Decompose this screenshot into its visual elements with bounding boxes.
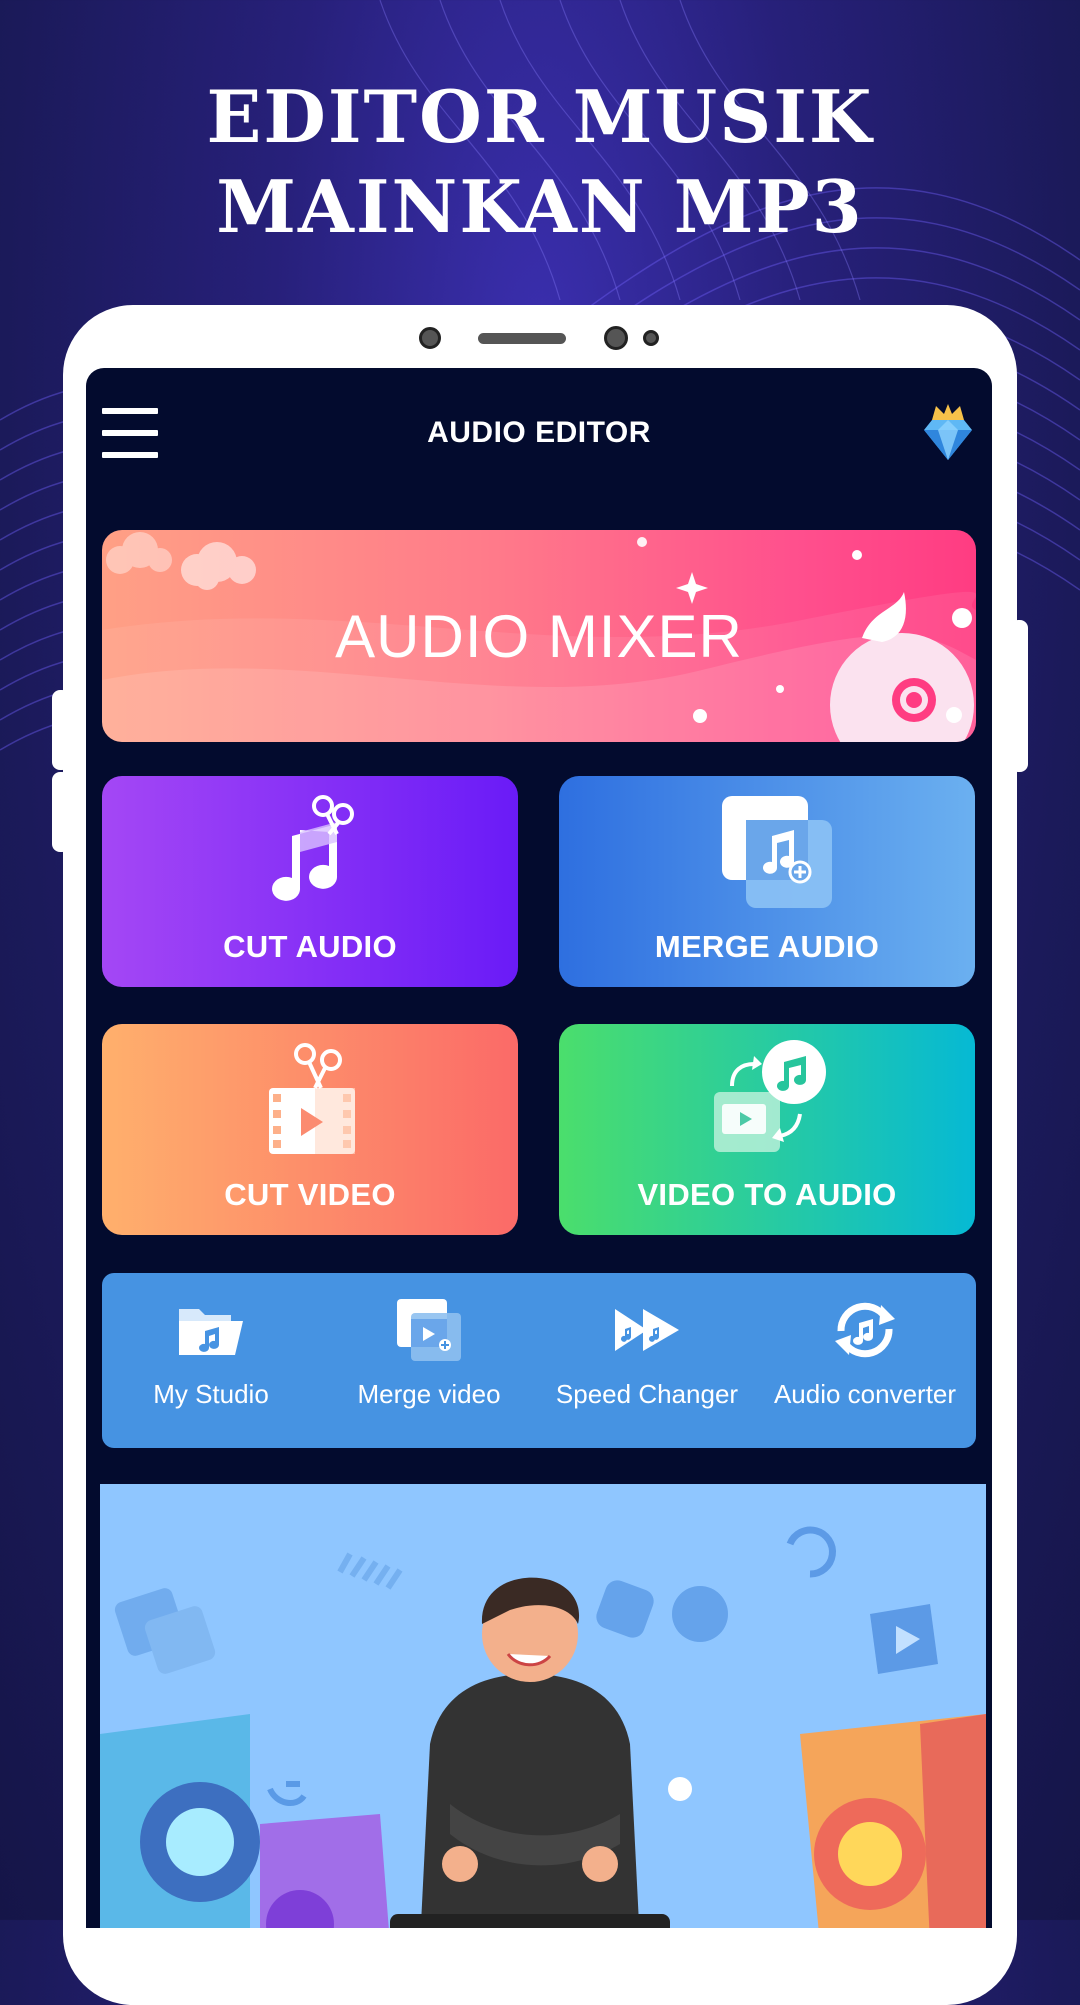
phone-camera <box>419 327 441 349</box>
phone-sensor <box>604 326 628 350</box>
fast-forward-icon <box>615 1309 679 1351</box>
cut-audio-label: CUT AUDIO <box>223 929 397 964</box>
merge-video-button[interactable]: Merge video <box>320 1273 538 1448</box>
audio-converter-button[interactable]: Audio converter <box>756 1273 974 1448</box>
phone-speaker <box>478 333 566 344</box>
app-title: AUDIO EDITOR <box>427 416 651 449</box>
phone-volume-up-button <box>52 690 70 770</box>
audio-converter-label: Audio converter <box>773 1379 957 1409</box>
promo-title-line2: MAINKAN MP3 <box>216 164 864 249</box>
tools-bar: My Studio Merge video Speed Changer Audi… <box>102 1273 976 1448</box>
cut-video-label: CUT VIDEO <box>224 1177 396 1212</box>
phone-power-button <box>1010 620 1028 772</box>
merge-audio-label: MERGE AUDIO <box>654 929 880 964</box>
music-scissors-icon <box>272 795 354 901</box>
speed-changer-label: Speed Changer <box>555 1379 739 1409</box>
phone-volume-down-button <box>52 772 70 852</box>
my-studio-label: My Studio <box>153 1379 269 1409</box>
dj-scene <box>100 1526 986 1928</box>
sync-music-icon <box>835 1302 895 1358</box>
banner-label: AUDIO MIXER <box>335 603 743 670</box>
phone-sensor-small <box>643 330 659 346</box>
cut-video-button[interactable]: CUT VIDEO <box>102 1024 518 1235</box>
video-to-audio-label: VIDEO TO AUDIO <box>637 1177 897 1212</box>
music-folder-icon <box>179 1309 243 1355</box>
video-merge-icon <box>397 1299 461 1361</box>
video-convert-audio-icon <box>714 1040 826 1152</box>
music-merge-icon <box>722 796 832 908</box>
cut-audio-button[interactable]: CUT AUDIO <box>102 776 518 987</box>
audio-mixer-banner[interactable]: AUDIO MIXER <box>102 530 976 742</box>
app-screen: AUDIO EDITOR AUDIO MIXER CUT AUDIO MERGE… <box>86 368 992 1928</box>
video-to-audio-button[interactable]: VIDEO TO AUDIO <box>559 1024 975 1235</box>
promo-title-line1: EDITOR MUSIK <box>206 74 874 159</box>
merge-audio-button[interactable]: MERGE AUDIO <box>559 776 975 987</box>
video-scissors-icon <box>269 1043 355 1154</box>
speed-changer-button[interactable]: Speed Changer <box>538 1273 756 1448</box>
merge-video-label: Merge video <box>357 1379 501 1409</box>
my-studio-button[interactable]: My Studio <box>102 1273 320 1448</box>
dj-illustration <box>100 1484 986 1928</box>
crown-diamond-icon[interactable] <box>918 400 978 464</box>
